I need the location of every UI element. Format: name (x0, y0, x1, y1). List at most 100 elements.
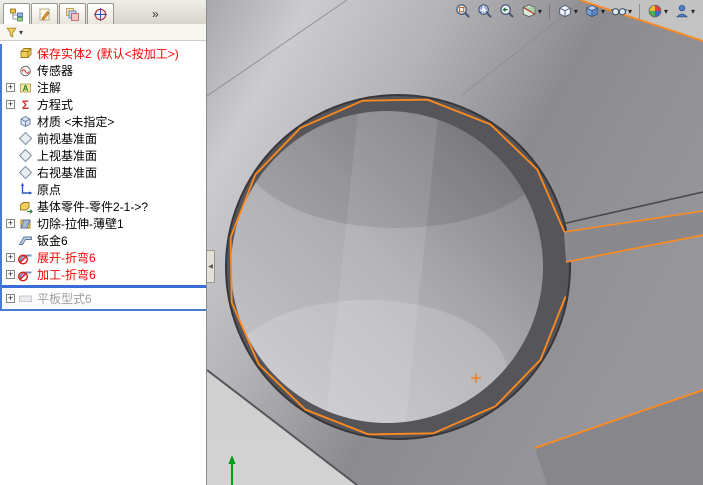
tree-item-icon-slot (18, 250, 34, 265)
design-tree-icon (10, 8, 23, 21)
property-icon (39, 8, 50, 21)
tree-item[interactable]: + A 注解 (2, 79, 206, 96)
apply-scene-button[interactable]: ▾ (672, 2, 697, 20)
tree-item-label: 平板型式6 (37, 292, 92, 306)
tree-item-icon-slot: Σ (18, 97, 34, 112)
plane-icon (18, 148, 33, 163)
tree-item-icon-slot: A (18, 80, 34, 95)
previous-view-button[interactable] (497, 2, 517, 20)
heads-up-toolbar: ▾ ▾ ▾ ▾ ▾ ▾ (453, 2, 697, 20)
tree-item-label: 上视基准面 (37, 149, 98, 163)
tree-item[interactable]: 上视基准面 (2, 147, 206, 164)
tree-item[interactable]: 保存实体2 (默认<按加工>) (2, 45, 206, 62)
tab-overflow-button[interactable]: » (152, 7, 159, 24)
tree-item-label: 右视基准面 (37, 166, 98, 180)
sheet-metal-icon (18, 236, 32, 245)
plane-icon (18, 131, 33, 146)
scene-person-icon (676, 4, 688, 18)
tree-item-label: 加工-折弯6 (37, 268, 96, 282)
dropdown-caret: ▾ (627, 6, 632, 16)
dropdown-caret: ▾ (690, 6, 695, 16)
magnifier-area-icon (478, 4, 492, 18)
tree-item-label: 切除-拉伸-薄壁1 (37, 217, 124, 231)
svg-text:Σ: Σ (22, 98, 29, 112)
tree-item-icon-slot (18, 46, 34, 61)
dropdown-caret: ▾ (537, 6, 542, 16)
tree-item[interactable]: + 切除-拉伸-薄壁1 (2, 215, 206, 232)
plane-icon (18, 165, 33, 180)
edit-appearance-button[interactable]: ▾ (645, 2, 670, 20)
tree-item-icon-slot (18, 216, 34, 231)
tree-item-label: 原点 (37, 183, 62, 197)
dropdown-caret: ▾ (600, 6, 605, 16)
view-cube-icon (559, 4, 571, 18)
configurationmanager-tab[interactable] (59, 3, 86, 24)
graphics-area[interactable]: ▾ ▾ ▾ ▾ ▾ ▾ (207, 0, 703, 485)
tree-item[interactable]: 前视基准面 (2, 130, 206, 147)
filter-icon (6, 27, 17, 37)
bend-error-icon (18, 271, 32, 282)
display-style-button[interactable]: ▾ (582, 2, 607, 20)
tree-item-icon-slot (18, 165, 34, 180)
sensors-icon (20, 65, 31, 77)
expand-toggle[interactable]: + (6, 83, 15, 92)
tree-item-label: 展开-折弯6 (37, 251, 96, 265)
panel-collapse-handle[interactable]: ◀ (207, 250, 215, 283)
tree-item-icon-slot (18, 131, 34, 146)
rollback-bar[interactable] (2, 285, 206, 288)
eyeglasses-icon (611, 8, 627, 16)
hide-show-items-button[interactable]: ▾ (609, 2, 634, 20)
tree-item[interactable]: 基体零件-零件2-1->? (2, 198, 206, 215)
tree-item-label: 基体零件-零件2-1->? (37, 200, 149, 214)
display-style-icon (585, 4, 599, 18)
expand-toggle[interactable]: + (6, 219, 15, 228)
expand-toggle[interactable]: + (6, 100, 15, 109)
tree-item-label: 注解 (37, 81, 62, 95)
tree-item-icon-slot (18, 291, 34, 306)
solidworks-window: » ▾ 保存实体2 (默认<按加工>) 传感器 + A 注解 + Σ 方程式 材质 <未指定> 前视… (0, 0, 703, 485)
view-orientation-button[interactable]: ▾ (555, 2, 580, 20)
origin-icon (21, 182, 33, 195)
tree-item-label: 保存实体2 (37, 47, 92, 61)
tree-item-label: 传感器 (37, 64, 74, 78)
tree-item-label: 钣金6 (37, 234, 68, 248)
zoom-to-fit-button[interactable] (453, 2, 473, 20)
dimxpert-icon (94, 7, 107, 21)
zoom-to-area-button[interactable] (475, 2, 495, 20)
toolbar-separator (638, 3, 640, 19)
filter-bar: ▾ (0, 24, 206, 41)
tree-item-icon-slot (18, 114, 34, 129)
manager-tabs (3, 3, 114, 24)
dropdown-caret: ▾ (663, 6, 668, 16)
bend-error-icon (18, 254, 32, 265)
equations-icon: Σ (22, 98, 29, 112)
filter-button[interactable] (5, 26, 18, 39)
featuremanager-panel: » ▾ 保存实体2 (默认<按加工>) 传感器 + A 注解 + Σ 方程式 材质 <未指定> 前视… (0, 0, 207, 485)
tree-item[interactable]: 钣金6 (2, 232, 206, 249)
flat-pattern-icon (19, 295, 32, 302)
configurations-icon (66, 7, 79, 21)
material-icon (20, 115, 31, 128)
dimxpert-tab[interactable] (87, 3, 114, 24)
tree-item[interactable]: + 平板型式6 (2, 290, 206, 307)
filter-caret[interactable]: ▾ (19, 28, 23, 37)
propertymanager-tab[interactable] (31, 3, 58, 24)
tree-item-label: 方程式 (37, 98, 74, 112)
tree-item[interactable]: + Σ 方程式 (2, 96, 206, 113)
expand-toggle[interactable]: + (6, 270, 15, 279)
expand-toggle[interactable]: + (6, 253, 15, 262)
tree-item[interactable]: 传感器 (2, 62, 206, 79)
tree-item[interactable]: + 加工-折弯6 (2, 266, 206, 283)
svg-text:A: A (23, 84, 29, 93)
model-3d-view[interactable] (207, 0, 703, 485)
tree-item[interactable]: 原点 (2, 181, 206, 198)
section-icon (522, 4, 536, 18)
section-view-button[interactable]: ▾ (519, 2, 544, 20)
tree-item[interactable]: + 展开-折弯6 (2, 249, 206, 266)
tree-item-icon-slot (18, 233, 34, 248)
featuremanager-tree-tab[interactable] (3, 3, 30, 24)
tree-item[interactable]: 材质 <未指定> (2, 113, 206, 130)
expand-toggle[interactable]: + (6, 294, 15, 303)
tree-item-icon-slot (18, 182, 34, 197)
tree-item[interactable]: 右视基准面 (2, 164, 206, 181)
